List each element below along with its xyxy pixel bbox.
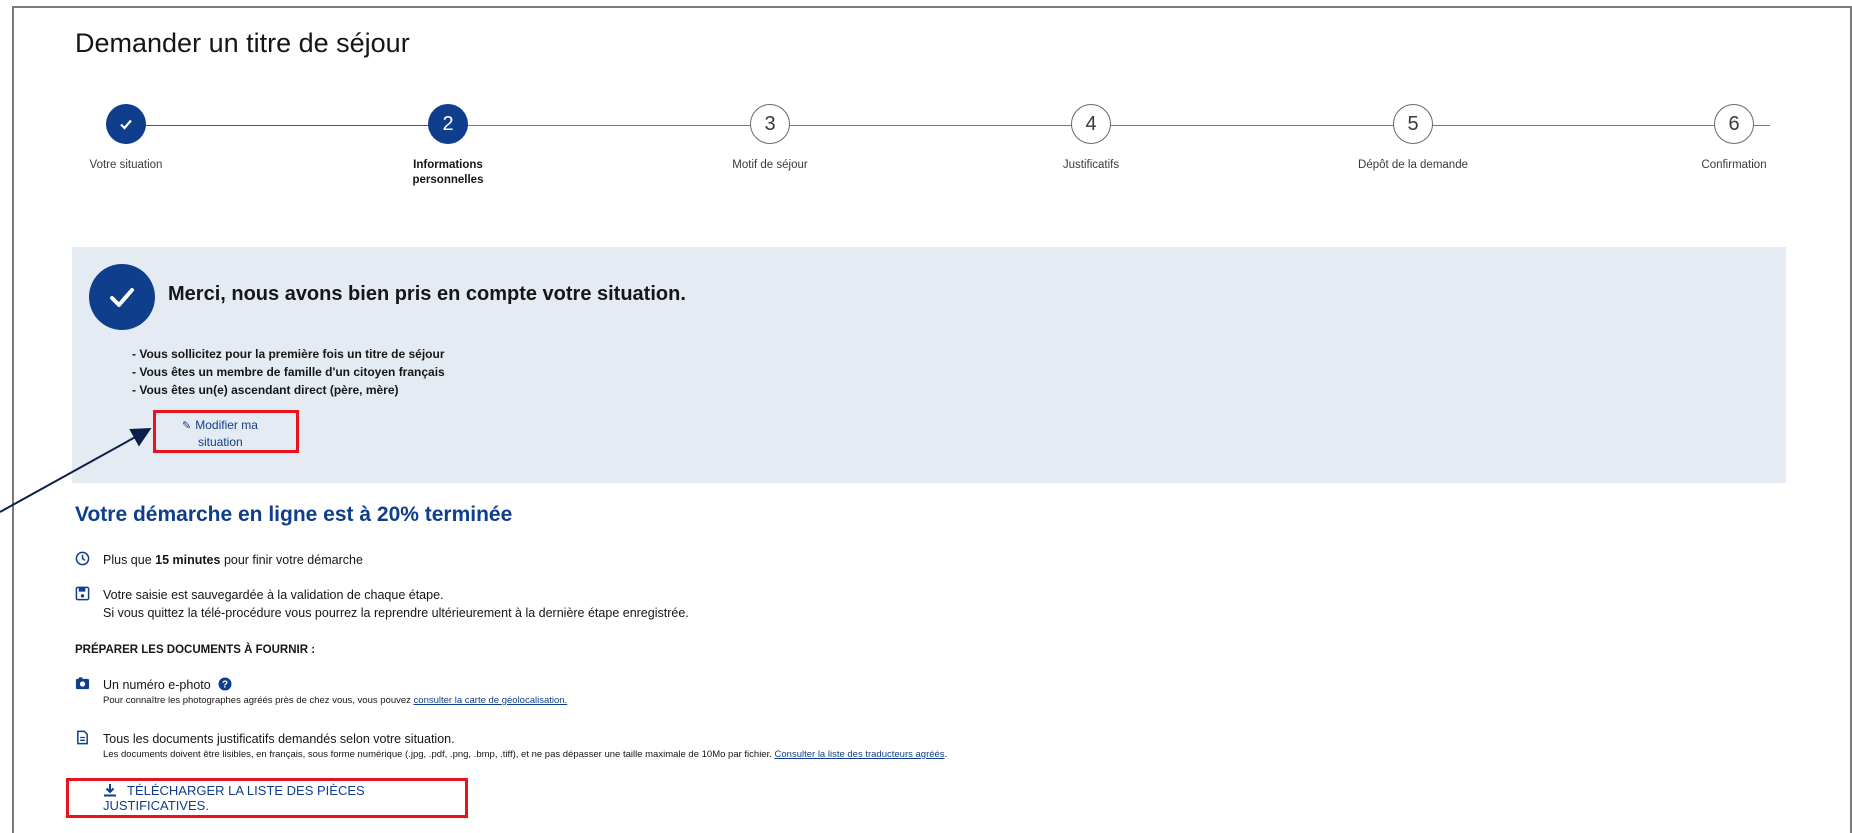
pencil-icon: ✎ xyxy=(182,419,192,432)
step-4-number: 4 xyxy=(1071,104,1111,144)
list-item: - Vous êtes un(e) ascendant direct (père… xyxy=(132,383,399,397)
camera-icon xyxy=(75,677,90,690)
step-2-label: Informations personnelles xyxy=(412,159,484,186)
step-1-check-icon xyxy=(106,104,146,144)
step-5: 5 Dépôt de la demande xyxy=(1348,104,1478,173)
modify-situation-button[interactable]: ✎ Modifier ma situation xyxy=(153,410,299,453)
help-icon[interactable]: ? xyxy=(218,677,232,691)
step-2-number: 2 xyxy=(428,104,468,144)
save-icon xyxy=(75,586,90,601)
download-documents-list-button[interactable]: TÉLÉCHARGER LA LISTE DES PIÈCES JUSTIFIC… xyxy=(66,778,468,818)
geolocation-map-link[interactable]: consulter la carte de géolocalisation. xyxy=(414,695,568,706)
step-5-label: Dépôt de la demande xyxy=(1358,159,1468,171)
step-3: 3 Motif de séjour xyxy=(705,104,835,173)
documents-heading: PRÉPARER LES DOCUMENTS À FOURNIR : xyxy=(75,644,316,656)
step-2: 2 Informations personnelles xyxy=(383,104,513,188)
situation-confirmation-box: Merci, nous avons bien pris en compte vo… xyxy=(72,247,1786,483)
step-6: 6 Confirmation xyxy=(1669,104,1799,173)
documents-row: Tous les documents justificatifs demandé… xyxy=(75,730,947,762)
step-6-number: 6 xyxy=(1714,104,1754,144)
step-4: 4 Justificatifs xyxy=(1026,104,1156,173)
progress-stepper: Votre situation 2 Informations personnel… xyxy=(60,104,1832,194)
situation-summary-list: - Vous sollicitez pour la première fois … xyxy=(132,345,445,399)
progress-title: Votre démarche en ligne est à 20% termin… xyxy=(75,503,513,526)
translators-list-link[interactable]: Consulter la liste des traducteurs agréé… xyxy=(775,749,945,760)
confirmation-title: Merci, nous avons bien pris en compte vo… xyxy=(168,283,686,305)
ephoto-row: Un numéro e-photo ? Pour connaître les p… xyxy=(75,676,567,708)
download-icon xyxy=(103,783,117,798)
svg-text:?: ? xyxy=(222,680,228,691)
step-3-label: Motif de séjour xyxy=(732,159,808,171)
clock-icon xyxy=(75,551,90,566)
step-4-label: Justificatifs xyxy=(1062,159,1120,171)
step-1-label: Votre situation xyxy=(89,159,163,171)
page-title: Demander un titre de séjour xyxy=(75,28,410,58)
time-remaining-row: Plus que 15 minutes pour finir votre dém… xyxy=(75,551,363,569)
list-item: - Vous sollicitez pour la première fois … xyxy=(132,347,445,361)
list-item: - Vous êtes un membre de famille d'un ci… xyxy=(132,365,445,379)
autosave-row: Votre saisie est sauvegardée à la valida… xyxy=(75,586,689,622)
document-icon xyxy=(77,730,88,745)
check-circle-icon xyxy=(89,264,155,330)
step-3-number: 3 xyxy=(750,104,790,144)
step-1: Votre situation xyxy=(61,104,191,173)
step-5-number: 5 xyxy=(1393,104,1433,144)
step-6-label: Confirmation xyxy=(1701,159,1767,171)
